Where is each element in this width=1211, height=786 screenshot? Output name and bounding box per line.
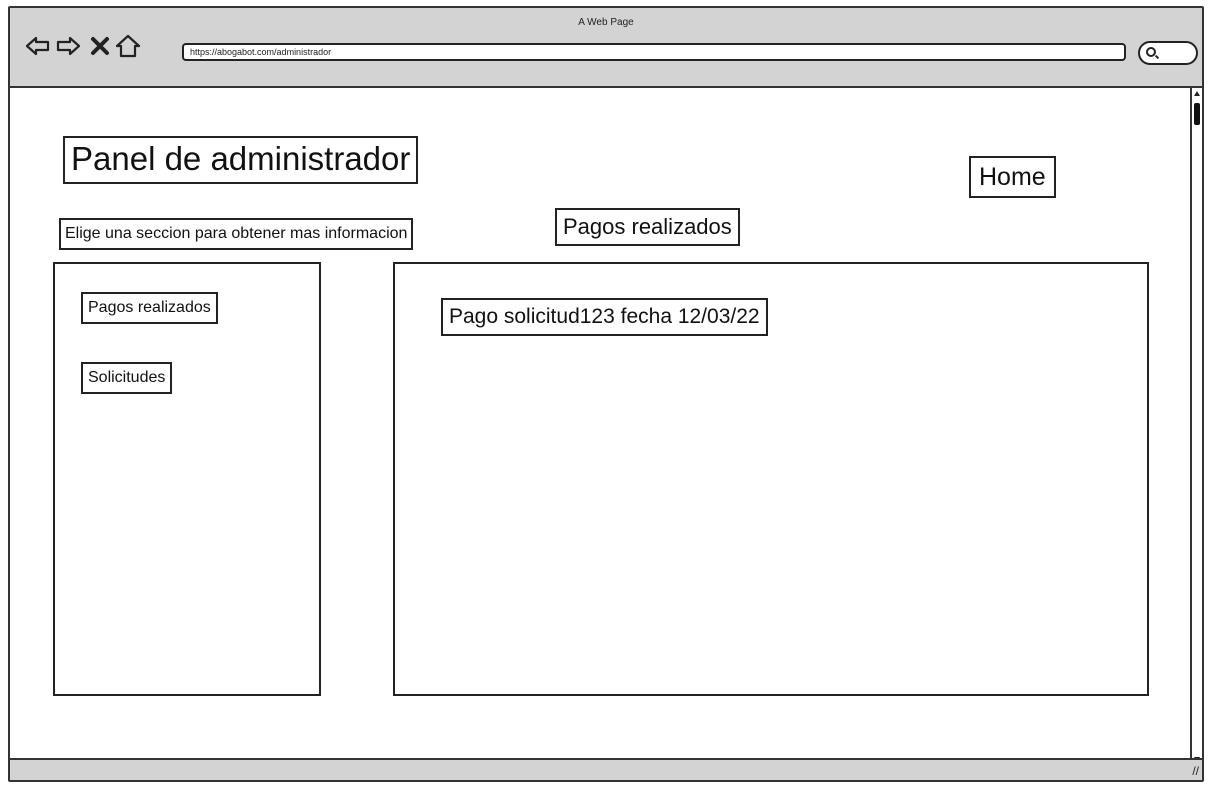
search-field[interactable] (1138, 41, 1198, 65)
page-subtitle: Elige una seccion para obtener mas infor… (59, 218, 414, 250)
status-bar: // (10, 758, 1202, 780)
scrollbar-thumb[interactable] (1194, 103, 1200, 125)
section-title: Pagos realizados (555, 208, 740, 246)
resize-grip-icon[interactable]: // (1192, 764, 1199, 778)
window-title: A Web Page (578, 17, 634, 28)
scroll-up-icon[interactable] (1194, 91, 1200, 96)
browser-window: A Web Page https://abogabot.com/administ… (8, 6, 1204, 782)
payment-item[interactable]: Pago solicitud123 fecha 12/03/22 (441, 298, 768, 336)
vertical-scrollbar[interactable] (1190, 88, 1202, 766)
page-title: Panel de administrador (63, 136, 419, 184)
home-button[interactable]: Home (969, 156, 1056, 198)
forward-arrow-icon[interactable] (54, 32, 82, 60)
browser-toolbar: A Web Page https://abogabot.com/administ… (10, 8, 1202, 88)
sidebar: Pagos realizados Solicitudes (53, 262, 321, 696)
search-icon (1146, 47, 1156, 57)
page-content: Panel de administrador Home Elige una se… (10, 88, 1196, 762)
address-bar[interactable]: https://abogabot.com/administrador (182, 43, 1126, 61)
main-panel: Pago solicitud123 fecha 12/03/22 (393, 262, 1149, 696)
home-icon[interactable] (114, 32, 142, 60)
back-arrow-icon[interactable] (24, 32, 52, 60)
sidebar-item-pagos-realizados[interactable]: Pagos realizados (81, 292, 218, 324)
close-x-icon[interactable] (86, 32, 114, 60)
sidebar-item-solicitudes[interactable]: Solicitudes (81, 362, 173, 394)
